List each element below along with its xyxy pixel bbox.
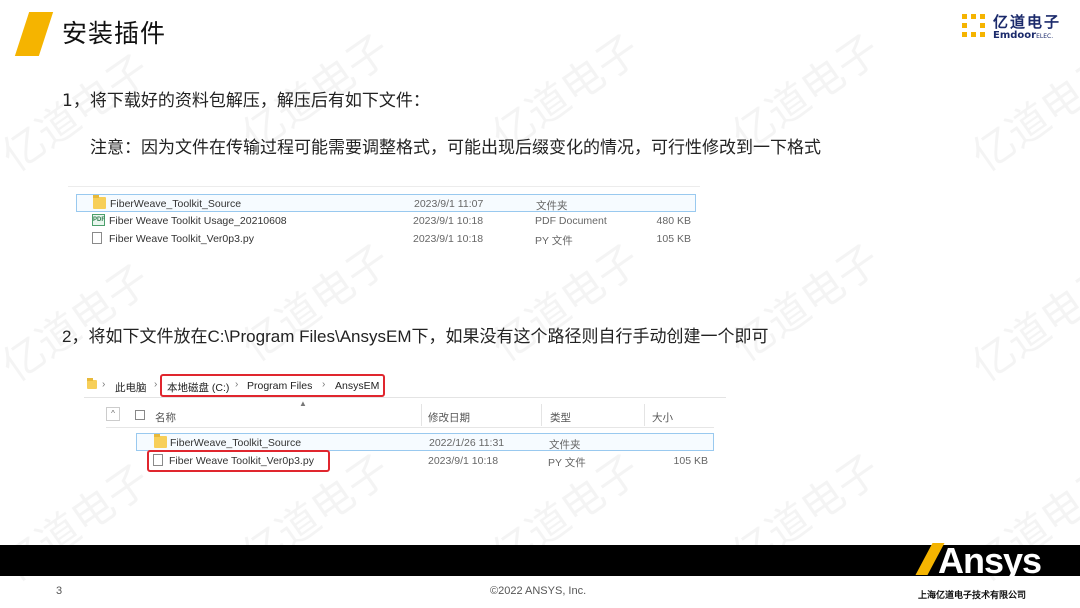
sort-ascending-icon: ▲ xyxy=(299,399,307,408)
watermark: 亿道电子 xyxy=(958,247,1080,393)
folder-icon xyxy=(154,434,167,448)
file-name: Fiber Weave Toolkit Usage_20210608 xyxy=(109,215,287,227)
file-row[interactable]: Fiber Weave Toolkit_Ver0p3.py 2023/9/1 1… xyxy=(76,230,696,248)
logo-english-main: Emdoor xyxy=(993,30,1037,41)
address-bar[interactable]: › 此电脑 › 本地磁盘 (C:) › Program Files › Ansy… xyxy=(84,372,726,398)
file-size: 105 KB xyxy=(656,233,691,245)
column-type[interactable]: 类型 xyxy=(550,410,571,425)
file-date: 2022/1/26 11:31 xyxy=(429,437,505,449)
folder-icon xyxy=(87,378,97,389)
file-type: PDF Document xyxy=(535,215,607,227)
folder-icon xyxy=(93,195,106,209)
file-row[interactable]: FiberWeave_Toolkit_Source 2023/9/1 11:07… xyxy=(76,194,696,212)
file-name: FiberWeave_Toolkit_Source xyxy=(170,437,302,449)
title-accent-bar xyxy=(14,12,54,56)
column-divider xyxy=(541,404,542,426)
page-number: 3 xyxy=(56,585,63,597)
chevron-right-icon: › xyxy=(154,379,158,390)
file-list-extracted: FiberWeave_Toolkit_Source 2023/9/1 11:07… xyxy=(68,186,700,250)
highlight-box-file xyxy=(147,450,330,472)
file-type: 文件夹 xyxy=(536,200,568,212)
file-type: 文件夹 xyxy=(549,439,581,451)
file-size: 105 KB xyxy=(673,455,708,467)
ansys-logo: Ansys xyxy=(908,540,1078,584)
logo-english-name: EmdoorELEC. xyxy=(993,30,1053,41)
file-date: 2023/9/1 11:07 xyxy=(414,198,484,210)
logo-english-suffix: ELEC. xyxy=(1036,33,1054,40)
slide-title: 安装插件 xyxy=(62,19,167,48)
ansys-wordmark: Ansys xyxy=(938,540,1042,581)
breadcrumb-this-pc[interactable]: 此电脑 xyxy=(115,380,147,395)
collapse-up-icon[interactable]: ^ xyxy=(106,407,120,421)
file-size: 480 KB xyxy=(656,215,691,227)
file-name: Fiber Weave Toolkit_Ver0p3.py xyxy=(109,233,254,245)
highlight-box-path xyxy=(160,374,385,397)
company-name: 上海亿道电子技术有限公司 xyxy=(918,591,1027,601)
emdoor-logo: 亿道电子 EmdoorELEC. xyxy=(962,12,1072,44)
watermark: 亿道电子 xyxy=(718,227,891,373)
file-type: PY 文件 xyxy=(535,235,573,247)
copyright: ©2022 ANSYS, Inc. xyxy=(490,585,587,597)
column-name[interactable]: 名称 xyxy=(155,410,176,425)
column-modified[interactable]: 修改日期 xyxy=(428,410,470,425)
file-name: FiberWeave_Toolkit_Source xyxy=(110,198,242,210)
step-2-text: 2，将如下文件放在C:\Program Files\AnsysEM下，如果没有这… xyxy=(62,327,769,346)
file-type: PY 文件 xyxy=(548,457,586,469)
emdoor-logo-mark-icon xyxy=(962,14,986,38)
logo-chinese-name: 亿道电子 xyxy=(993,13,1062,31)
file-row[interactable]: PDF Fiber Weave Toolkit Usage_20210608 2… xyxy=(76,212,696,230)
divider xyxy=(68,186,700,187)
watermark: 亿道电子 xyxy=(958,37,1080,183)
file-date: 2023/9/1 10:18 xyxy=(428,455,499,467)
file-row[interactable]: FiberWeave_Toolkit_Source 2022/1/26 11:3… xyxy=(136,433,714,451)
pdf-icon: PDF xyxy=(92,214,105,226)
step-1-text: 1，将下载好的资料包解压，解压后有如下文件： xyxy=(62,91,430,111)
column-size[interactable]: 大小 xyxy=(652,410,673,425)
file-explorer-ansysem: › 此电脑 › 本地磁盘 (C:) › Program Files › Ansy… xyxy=(84,372,726,480)
note-text: 注意：因为文件在传输过程可能需要调整格式，可能出现后缀变化的情况，可行性修改到一… xyxy=(90,138,821,158)
file-date: 2023/9/1 10:18 xyxy=(413,233,484,245)
select-all-checkbox[interactable] xyxy=(135,410,145,420)
python-file-icon xyxy=(92,232,102,244)
file-date: 2023/9/1 10:18 xyxy=(413,215,484,227)
column-header-row: ^ ▲ 名称 修改日期 类型 大小 xyxy=(106,399,714,428)
column-divider xyxy=(644,404,645,426)
column-divider xyxy=(421,404,422,426)
chevron-right-icon: › xyxy=(102,379,106,390)
